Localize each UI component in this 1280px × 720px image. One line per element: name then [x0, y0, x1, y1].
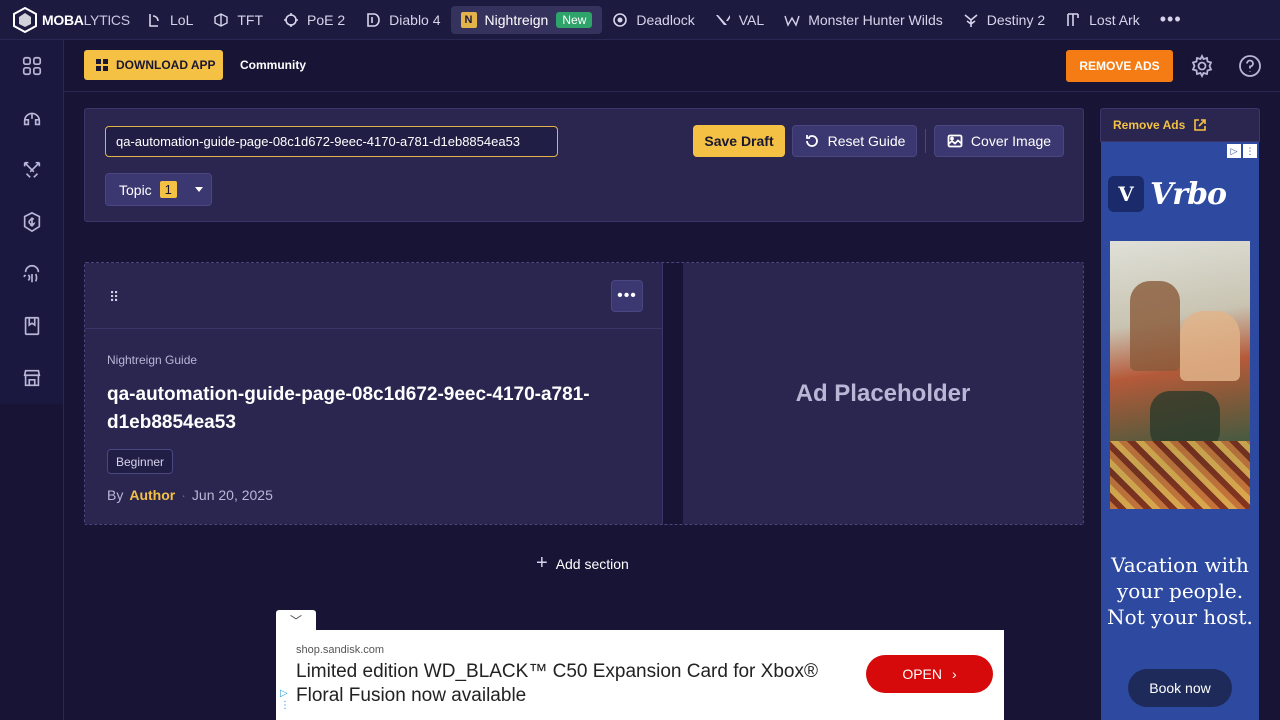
ad-headline: Vacation with your people. Not your host…: [1107, 553, 1253, 629]
game-tab-monster-hunter[interactable]: Monster Hunter Wilds: [774, 6, 953, 34]
image-icon: [947, 134, 963, 148]
community-link[interactable]: Community: [240, 58, 306, 72]
difficulty-tag: Beginner: [107, 449, 174, 474]
topic-dropdown[interactable]: Topic 1: [105, 173, 212, 206]
game-tabs: LoL TFT PoE 2 Diablo 4 N Nightreign New …: [136, 0, 1192, 40]
guide-header-card: ⠿ ••• Nightreign Guide qa-automation-gui…: [85, 263, 663, 524]
grid-icon: [22, 56, 42, 76]
download-app-button[interactable]: DOWNLOAD APP: [84, 50, 223, 80]
sidebar-nav: [0, 40, 63, 404]
windows-icon: [96, 59, 108, 71]
mobalytics-logo[interactable]: MOBALYTICS: [0, 0, 136, 40]
guide-byline: By Author · Jun 20, 2025: [107, 487, 273, 503]
nightreign-icon: N: [460, 11, 477, 28]
caret-down-icon: [194, 187, 203, 192]
reset-icon: [805, 135, 818, 147]
diablo-icon: [367, 12, 380, 27]
game-tab-nightreign[interactable]: N Nightreign New: [450, 5, 603, 34]
open-ad-button[interactable]: OPEN ›: [866, 655, 993, 693]
game-tab-poe2[interactable]: PoE 2: [273, 6, 355, 34]
left-sidebar: [0, 40, 64, 720]
deadlock-icon: [613, 12, 628, 27]
settings-gear-icon[interactable]: [1190, 53, 1214, 79]
sidebar-item-guides[interactable]: [0, 300, 64, 352]
guide-title: qa-automation-guide-page-08c1d672-9eec-4…: [107, 384, 590, 433]
sidebar-item-coaching[interactable]: [0, 92, 64, 144]
remove-ads-link[interactable]: Remove Ads: [1100, 108, 1260, 142]
card-menu-button[interactable]: •••: [611, 280, 643, 312]
poe-icon: [284, 12, 299, 27]
lol-icon: [149, 13, 159, 27]
monster-hunter-icon: [784, 15, 800, 27]
adchoices-icon[interactable]: ▷ ⋮: [280, 688, 290, 712]
store-icon: [23, 369, 41, 387]
fingerprint-icon: [23, 264, 40, 283]
mobalytics-logo-icon: [13, 6, 37, 33]
game-tab-diablo4[interactable]: Diablo 4: [355, 6, 450, 34]
sandisk-ad[interactable]: shop.sandisk.com Limited edition WD_BLAC…: [276, 630, 1004, 720]
swords-icon: [23, 161, 41, 178]
book-now-button[interactable]: Book now: [1128, 669, 1232, 707]
more-games-icon[interactable]: •••: [1150, 9, 1192, 30]
sub-header: DOWNLOAD APP Community REMOVE ADS: [64, 40, 1280, 92]
game-tab-tft[interactable]: TFT: [203, 6, 273, 34]
ad-text: Limited edition WD_BLACK™ C50 Expansion …: [296, 661, 818, 706]
chevron-right-icon: ›: [952, 666, 957, 682]
card-toolbar: ⠿ •••: [85, 263, 663, 329]
plus-icon: +: [536, 552, 548, 574]
lost-ark-icon: [1067, 12, 1079, 26]
book-icon: [24, 316, 40, 336]
add-section-button[interactable]: + Add section: [536, 552, 629, 575]
toolbar-divider: [925, 129, 926, 153]
destiny-icon: [964, 13, 978, 27]
guide-title-input[interactable]: [105, 126, 558, 157]
collapse-ad-icon[interactable]: ﹀: [276, 610, 316, 631]
sidebar-item-all-games[interactable]: [0, 40, 64, 92]
vrbo-ad[interactable]: ▷ ⋮ V Vrbo Vacation with your people. Not…: [1101, 142, 1259, 720]
save-draft-button[interactable]: Save Draft: [693, 125, 785, 157]
game-tab-destiny2[interactable]: Destiny 2: [953, 6, 1055, 34]
guide-date: Jun 20, 2025: [191, 487, 273, 503]
help-icon[interactable]: [1238, 54, 1262, 78]
game-tab-lost-ark[interactable]: Lost Ark: [1055, 6, 1150, 34]
sidebar-item-premium[interactable]: [0, 196, 64, 248]
drag-handle-icon[interactable]: ⠿: [109, 289, 119, 306]
tft-icon: [214, 12, 229, 27]
top-nav: MOBALYTICS LoL TFT PoE 2 Diablo 4 N Nigh…: [0, 0, 1280, 40]
cover-image-button[interactable]: Cover Image: [934, 125, 1064, 157]
ad-placeholder: Ad Placeholder: [683, 263, 1083, 524]
guide-category: Nightreign Guide: [107, 353, 198, 367]
ad-photo: [1110, 241, 1250, 509]
coin-shield-icon: [23, 211, 41, 233]
game-tab-lol[interactable]: LoL: [136, 6, 203, 34]
guide-section: ⠿ ••• Nightreign Guide qa-automation-gui…: [84, 262, 1084, 525]
valorant-icon: [715, 14, 730, 25]
game-tab-deadlock[interactable]: Deadlock: [602, 6, 704, 34]
reset-guide-button[interactable]: Reset Guide: [792, 125, 917, 157]
external-link-icon: [1194, 119, 1207, 131]
sidebar-item-builds[interactable]: [0, 144, 64, 196]
remove-ads-button[interactable]: REMOVE ADS: [1066, 50, 1173, 82]
game-tab-val[interactable]: VAL: [705, 6, 774, 34]
author-link[interactable]: Author: [129, 487, 175, 503]
ad-domain: shop.sandisk.com: [296, 644, 385, 656]
guide-editor-panel: Save Draft Reset Guide Cover Image Topic…: [84, 108, 1084, 222]
adchoices-icon[interactable]: ▷ ⋮: [1227, 144, 1257, 158]
new-badge: New: [556, 11, 593, 28]
headset-icon: [23, 112, 41, 126]
sidebar-item-profile[interactable]: [0, 248, 64, 300]
vrbo-logo: V Vrbo: [1108, 176, 1227, 212]
topic-count-badge: 1: [159, 181, 177, 198]
sidebar-item-store[interactable]: [0, 352, 64, 404]
